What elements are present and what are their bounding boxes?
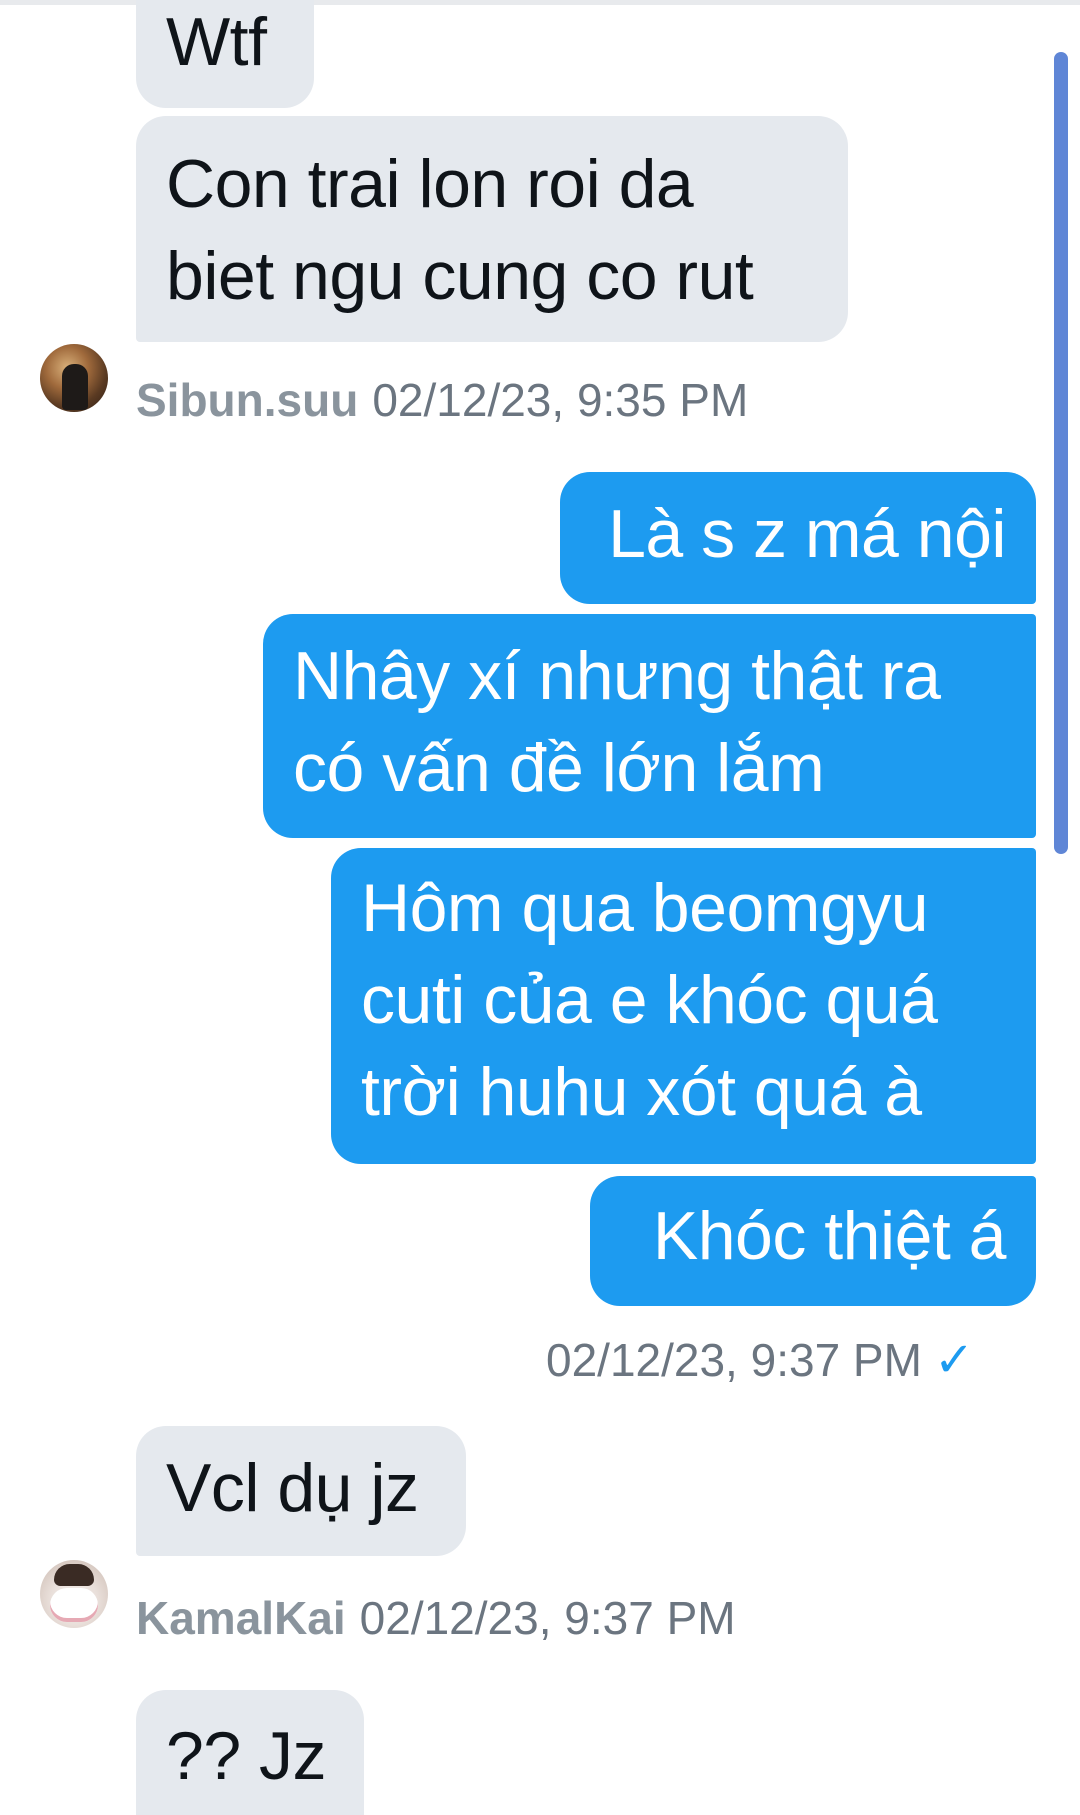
message-bubble-incoming[interactable]: Vcl dụ jz xyxy=(136,1426,466,1556)
message-meta-kamalkai: KamalKai 02/12/23, 9:37 PM xyxy=(136,1588,736,1648)
sender-name[interactable]: KamalKai xyxy=(136,1592,346,1644)
checkmark-icon: ✓ xyxy=(933,1334,975,1387)
message-bubble-outgoing[interactable]: Nhây xí nhưng thật ra có vấn đề lớn lắm xyxy=(263,614,1036,838)
avatar-kamalkai[interactable] xyxy=(40,1560,108,1628)
message-bubble-incoming[interactable]: ?? Jz xyxy=(136,1690,364,1815)
avatar-photo-detail xyxy=(50,1588,98,1622)
message-timestamp: 02/12/23, 9:37 PM xyxy=(359,1592,736,1644)
message-bubble-outgoing[interactable]: Hôm qua beomgyu cuti của e khóc quá trời… xyxy=(331,848,1036,1164)
message-meta-sibun: Sibun.suu 02/12/23, 9:35 PM xyxy=(136,370,748,430)
message-meta-outgoing: 02/12/23, 9:37 PM ✓ xyxy=(546,1330,974,1391)
avatar-photo-icon xyxy=(54,1564,94,1586)
message-timestamp: 02/12/23, 9:37 PM xyxy=(546,1334,922,1386)
message-timestamp: 02/12/23, 9:35 PM xyxy=(372,374,749,426)
message-bubble-outgoing[interactable]: Khóc thiệt á xyxy=(590,1176,1036,1306)
message-bubble-outgoing[interactable]: Là s z má nội xyxy=(560,472,1036,604)
scrollbar-thumb[interactable] xyxy=(1054,52,1068,854)
message-bubble-incoming[interactable]: Wtf xyxy=(136,0,314,108)
avatar-photo-icon xyxy=(62,364,88,410)
message-bubble-incoming[interactable]: Con trai lon roi da biet ngu cung co rut xyxy=(136,116,848,342)
dm-conversation-screen: Wtf Con trai lon roi da biet ngu cung co… xyxy=(0,0,1080,1815)
avatar-sibun-suu[interactable] xyxy=(40,344,108,412)
sender-name[interactable]: Sibun.suu xyxy=(136,374,358,426)
